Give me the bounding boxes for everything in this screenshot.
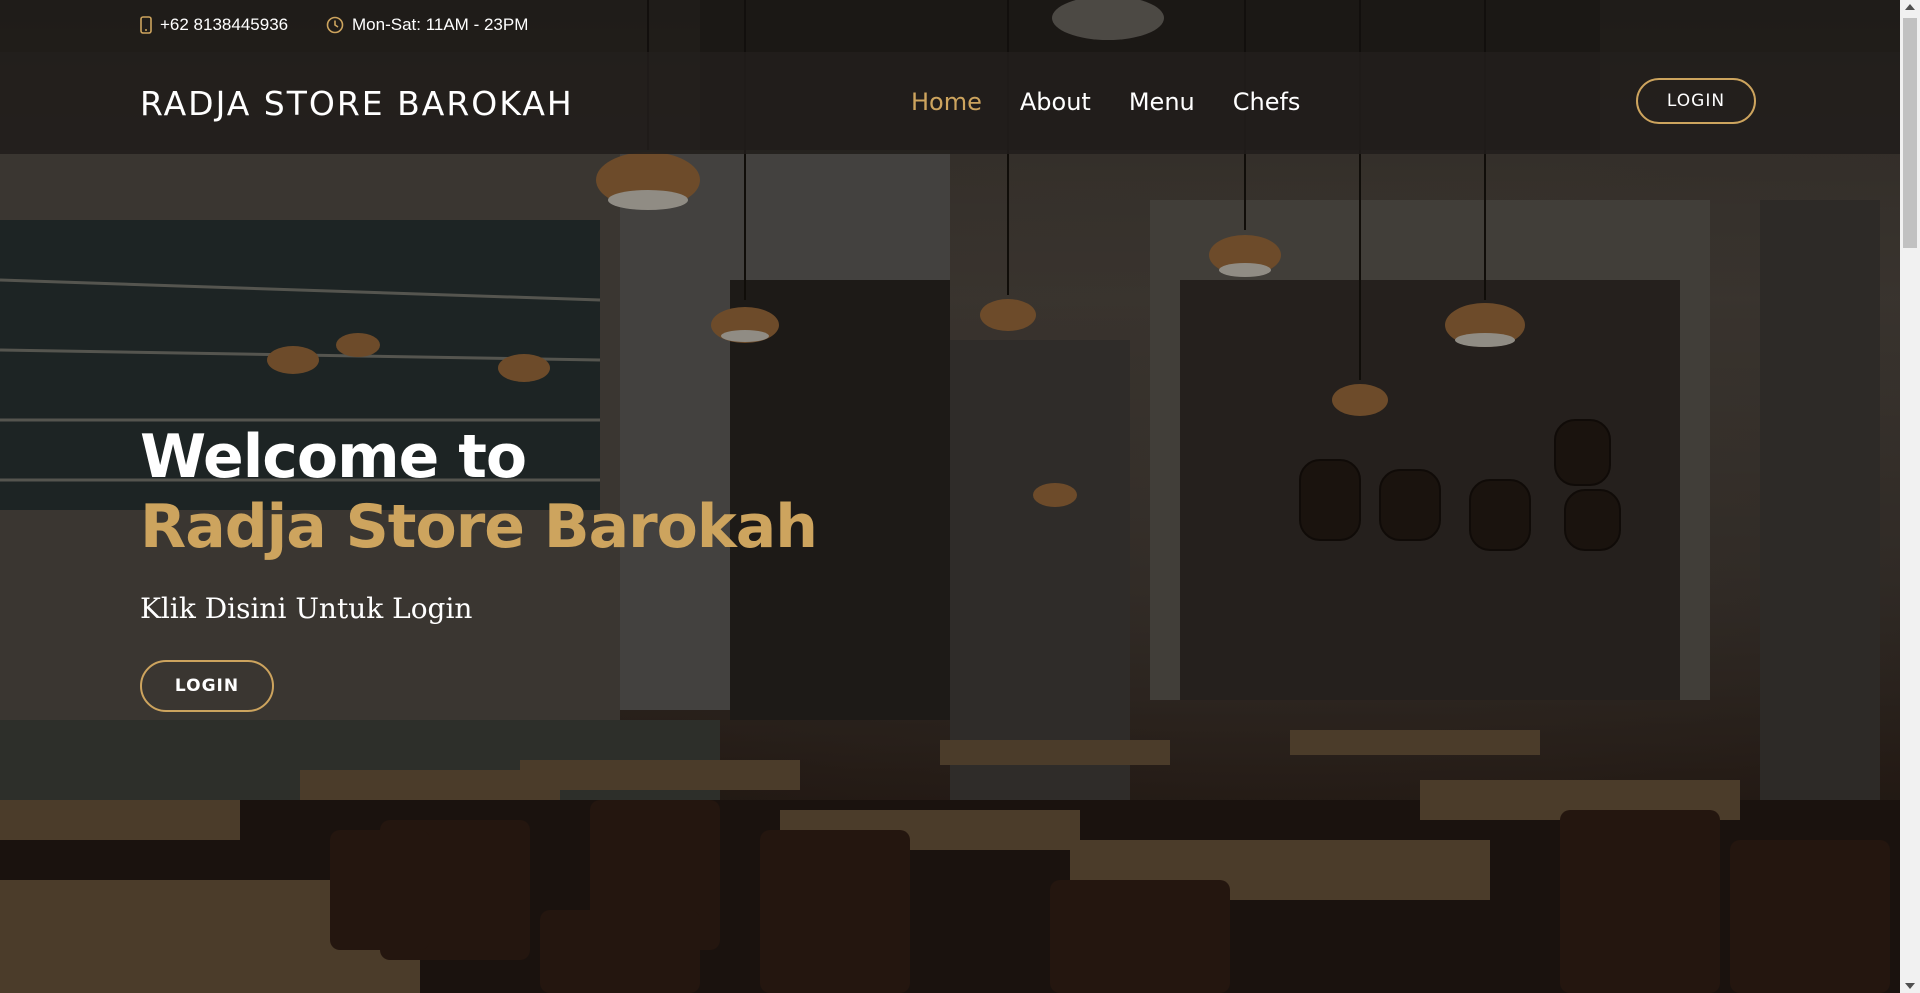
opening-hours: Mon-Sat: 11AM - 23PM	[326, 15, 528, 35]
scroll-up-icon[interactable]	[1905, 4, 1915, 10]
header-login-button[interactable]: LOGIN	[1636, 78, 1756, 124]
phone-contact: +62 8138445936	[140, 15, 288, 35]
hero-content: Welcome to Radja Store Barokah Klik Disi…	[140, 422, 818, 625]
nav-item-menu[interactable]: Menu	[1129, 88, 1195, 116]
phone-icon	[140, 16, 152, 34]
scrollbar-thumb[interactable]	[1903, 18, 1917, 248]
hero-subtitle: Klik Disini Untuk Login	[140, 592, 473, 625]
nav-item-about[interactable]: About	[1020, 88, 1091, 116]
main-nav: Home About Menu Chefs	[911, 88, 1338, 116]
scroll-down-icon[interactable]	[1905, 983, 1915, 989]
nav-item-chefs[interactable]: Chefs	[1233, 88, 1301, 116]
vertical-scrollbar[interactable]	[1900, 0, 1920, 993]
phone-number: +62 8138445936	[160, 15, 289, 34]
hero-brand-title: Radja Store Barokah	[140, 492, 818, 562]
clock-icon	[326, 16, 344, 34]
site-header: RADJA STORE BAROKAH Home About Menu Chef…	[0, 52, 1900, 154]
nav-item-home[interactable]: Home	[911, 88, 982, 116]
hero-title: Welcome to	[140, 422, 527, 492]
hero-login-button[interactable]: LOGIN	[140, 660, 274, 712]
site-logo[interactable]: RADJA STORE BAROKAH	[140, 84, 574, 123]
hours-text: Mon-Sat: 11AM - 23PM	[352, 15, 529, 34]
top-bar: +62 8138445936 Mon-Sat: 11AM - 23PM	[0, 0, 1900, 52]
